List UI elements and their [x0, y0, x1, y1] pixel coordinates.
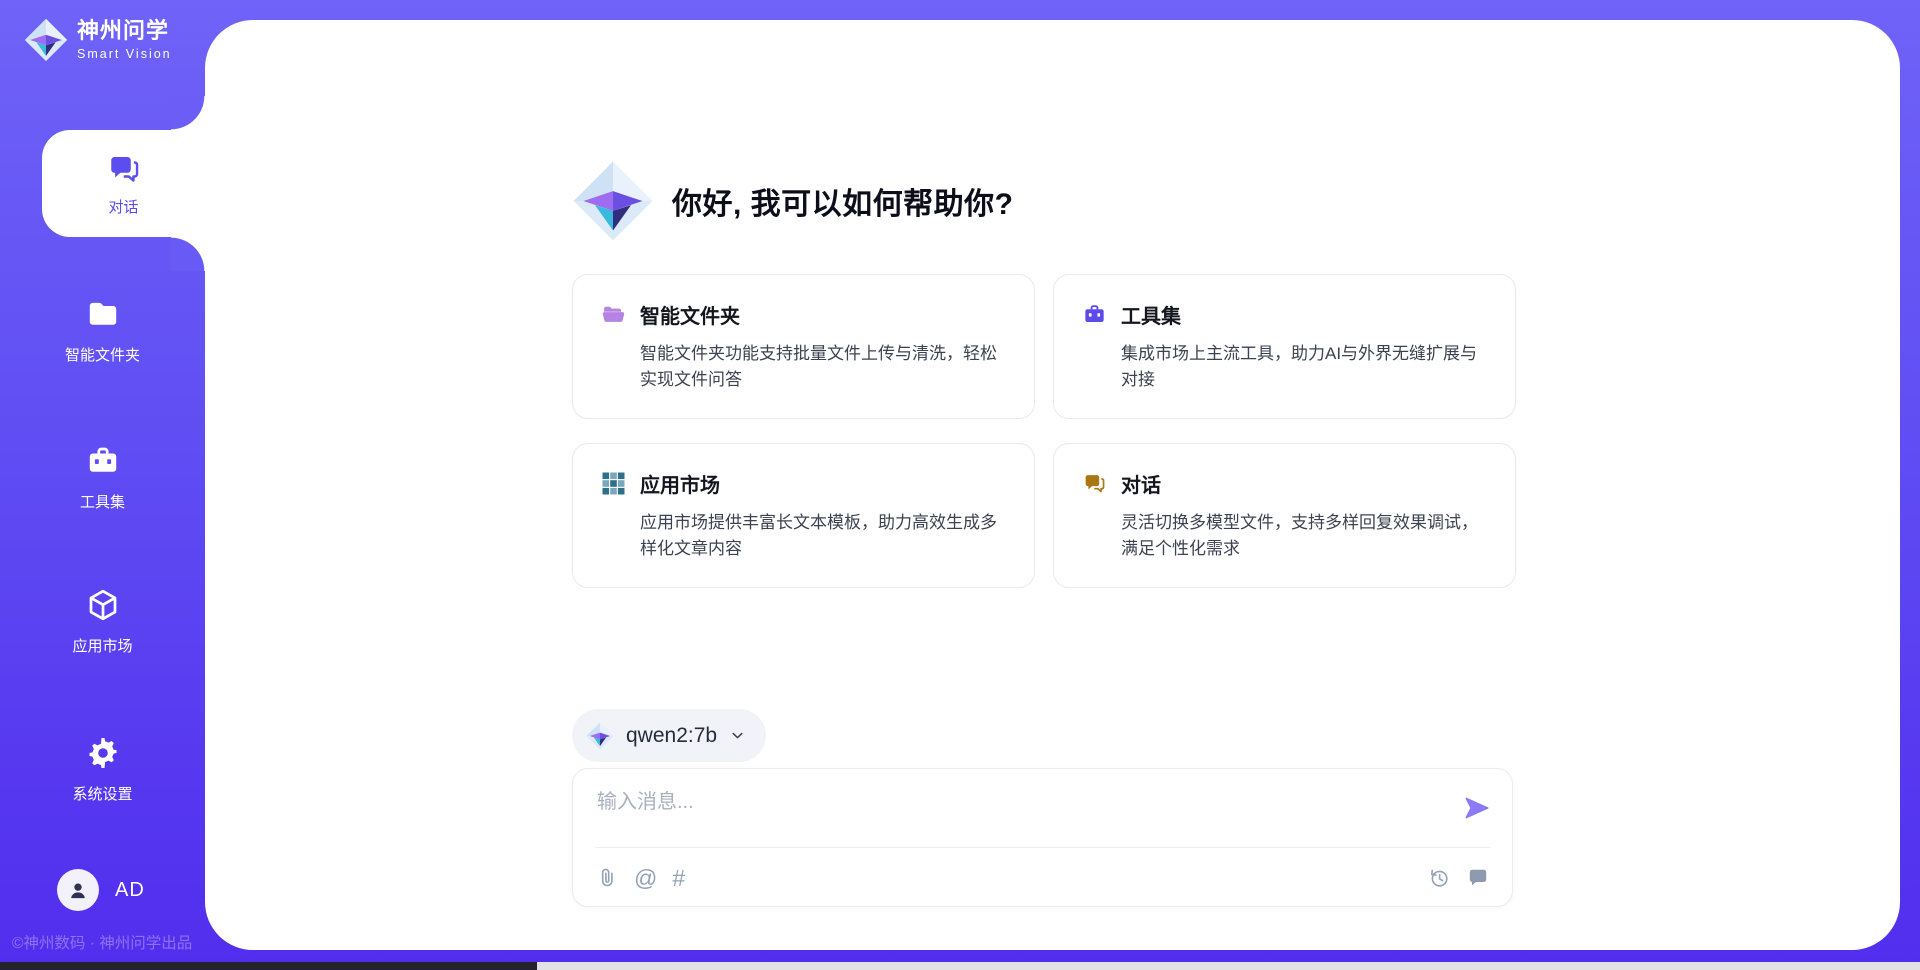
chat-bubbles-icon — [1082, 471, 1107, 496]
horizontal-scrollbar[interactable] — [0, 962, 1920, 970]
briefcase-icon — [85, 443, 121, 479]
gear-icon — [85, 735, 121, 771]
sidebar-item-toolset[interactable]: 工具集 — [0, 443, 205, 512]
avatar — [57, 869, 99, 911]
comment-icon[interactable] — [1466, 866, 1490, 890]
briefcase-icon — [1082, 302, 1107, 327]
greeting-title: 你好, 我可以如何帮助你? — [672, 179, 1014, 223]
card-title: 对话 — [1121, 469, 1161, 498]
card-title: 应用市场 — [640, 469, 720, 498]
card-description: 应用市场提供丰富长文本模板，助力高效生成多样化文章内容 — [640, 510, 1006, 561]
tab-fillet-bottom — [171, 237, 205, 271]
brand-subtitle: Smart Vision — [77, 47, 172, 61]
sidebar-item-settings[interactable]: 系统设置 — [0, 735, 205, 804]
user-profile[interactable]: AD — [57, 869, 145, 911]
card-app-market[interactable]: 应用市场 应用市场提供丰富长文本模板，助力高效生成多样化文章内容 — [572, 443, 1035, 588]
sidebar-item-label: 工具集 — [80, 491, 125, 512]
model-diamond-logo-icon — [586, 722, 614, 750]
chat-bubbles-icon — [106, 151, 142, 187]
brand-diamond-logo-icon — [24, 18, 68, 62]
feature-cards: 智能文件夹 智能文件夹功能支持批量文件上传与清洗，轻松实现文件问答 工具集 集成… — [572, 274, 1516, 588]
sidebar-item-label: 系统设置 — [72, 783, 132, 804]
card-title: 工具集 — [1121, 300, 1181, 329]
card-description: 智能文件夹功能支持批量文件上传与清洗，轻松实现文件问答 — [640, 341, 1006, 392]
message-composer: @ # — [572, 768, 1513, 907]
sidebar-item-label: 智能文件夹 — [65, 344, 140, 365]
assistant-diamond-logo-icon — [572, 160, 654, 242]
sidebar: 神州问学 Smart Vision 对话 智能文件夹 工具集 — [0, 0, 205, 970]
folder-open-icon — [601, 302, 626, 327]
card-smart-folder[interactable]: 智能文件夹 智能文件夹功能支持批量文件上传与清洗，轻松实现文件问答 — [572, 274, 1035, 419]
card-toolset[interactable]: 工具集 集成市场上主流工具，助力AI与外界无缝扩展与对接 — [1053, 274, 1516, 419]
sidebar-item-folder[interactable]: 智能文件夹 — [0, 296, 205, 365]
person-icon — [65, 877, 91, 903]
user-name: AD — [115, 879, 145, 902]
message-input[interactable] — [597, 785, 1447, 839]
card-chat[interactable]: 对话 灵活切换多模型文件，支持多样回复效果调试，满足个性化需求 — [1053, 443, 1516, 588]
card-title: 智能文件夹 — [640, 300, 740, 329]
card-description: 集成市场上主流工具，助力AI与外界无缝扩展与对接 — [1121, 341, 1487, 392]
sidebar-item-label: 对话 — [108, 196, 138, 217]
model-selector[interactable]: qwen2:7b — [572, 709, 766, 762]
scrollbar-thumb[interactable] — [0, 962, 537, 970]
attachment-icon[interactable] — [595, 866, 619, 890]
sidebar-item-chat[interactable]: 对话 — [42, 130, 205, 237]
sidebar-item-market[interactable]: 应用市场 — [0, 587, 205, 656]
hashtag-icon[interactable]: # — [672, 867, 685, 890]
history-icon[interactable] — [1427, 866, 1451, 890]
model-name: qwen2:7b — [626, 724, 717, 748]
brand: 神州问学 Smart Vision — [24, 18, 172, 62]
cube-icon — [85, 587, 121, 623]
copyright-footer: ©神州数码 · 神州问学出品 — [12, 931, 192, 953]
send-icon[interactable] — [1462, 793, 1492, 823]
sidebar-item-label: 应用市场 — [72, 635, 132, 656]
chevron-down-icon — [729, 727, 746, 744]
card-description: 灵活切换多模型文件，支持多样回复效果调试，满足个性化需求 — [1121, 510, 1487, 561]
tab-fillet-top — [171, 96, 205, 130]
greeting: 你好, 我可以如何帮助你? — [572, 160, 1014, 242]
composer-toolbar: @ # — [573, 848, 1512, 908]
mention-icon[interactable]: @ — [634, 867, 657, 890]
grid-icon — [601, 471, 626, 496]
folder-icon — [85, 296, 121, 332]
brand-name: 神州问学 — [77, 19, 172, 43]
